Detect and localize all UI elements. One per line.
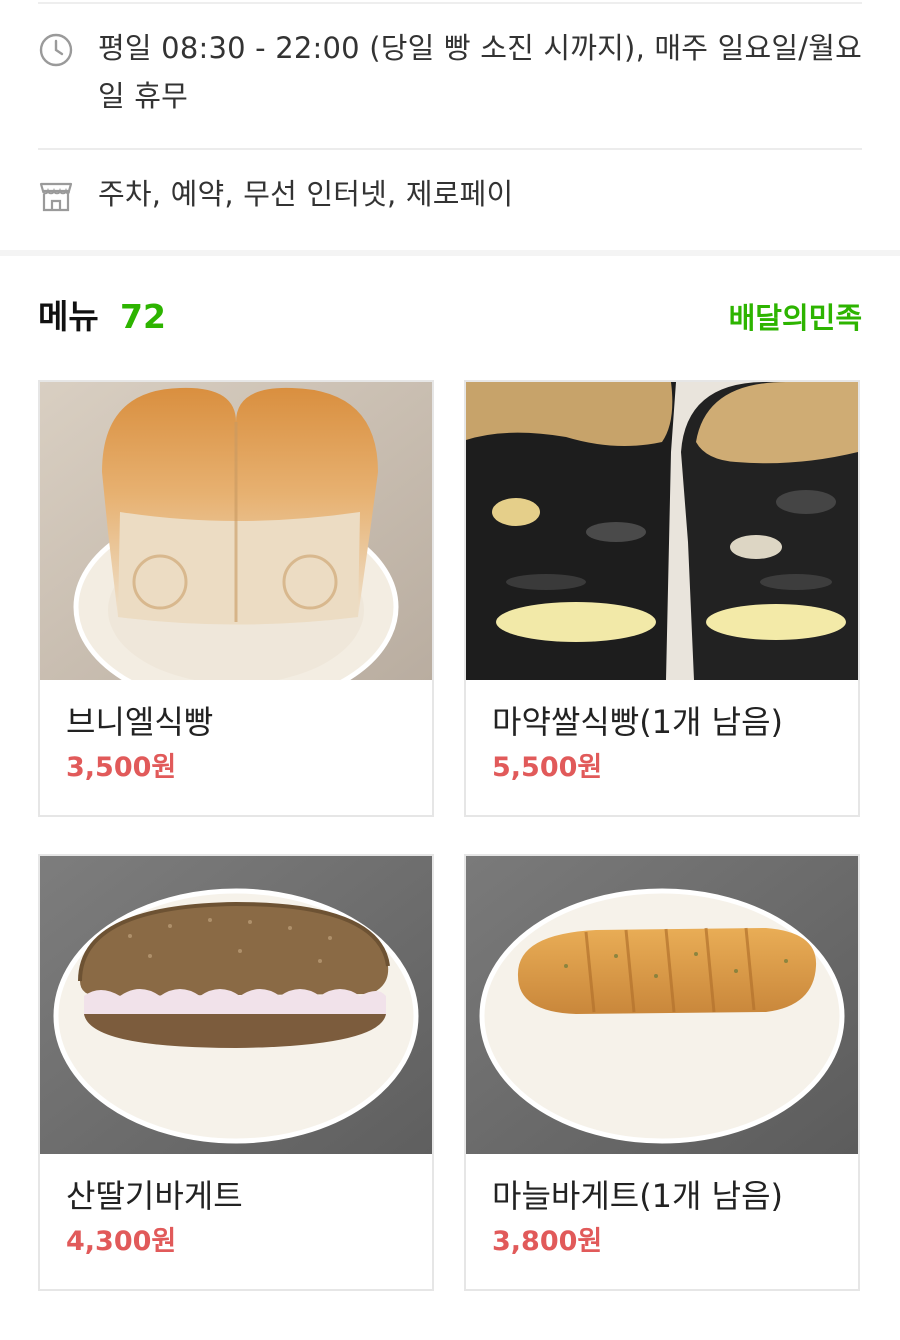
menu-item-price: 3,800원 — [492, 1226, 603, 1257]
menu-card[interactable]: 마늘바게트(1개 남음) 3,800원 — [464, 854, 860, 1291]
store-icon — [38, 178, 74, 214]
business-hours-row: 평일 08:30 - 22:00 (당일 빵 소진 시까지), 매주 일요일/월… — [38, 22, 862, 132]
delivery-app-link[interactable]: 배달의민족 — [729, 294, 862, 342]
menu-item-price: 5,500원 — [492, 752, 603, 783]
menu-item-photo — [466, 856, 858, 1154]
menu-item-price: 4,300원 — [66, 1226, 177, 1257]
menu-card[interactable]: 마약쌀식빵(1개 남음) 5,500원 — [464, 380, 860, 817]
menu-item-name: 브니엘식빵 — [66, 703, 214, 741]
menu-title: 메뉴 — [38, 297, 99, 336]
menu-section: 메뉴 72 배달의민족 브니엘식빵 3,500원 마약쌀식빵(1개 남음) 5,… — [0, 256, 900, 1340]
menu-header: 메뉴 72 배달의민족 — [38, 292, 862, 342]
amenities-row: 주차, 예약, 무선 인터넷, 제로페이 — [38, 170, 862, 220]
info-divider — [38, 148, 862, 150]
menu-item-photo — [40, 382, 432, 680]
menu-item-name: 마늘바게트(1개 남음) — [492, 1177, 784, 1215]
menu-item-photo — [466, 382, 858, 680]
store-info-section: 평일 08:30 - 22:00 (당일 빵 소진 시까지), 매주 일요일/월… — [0, 0, 900, 250]
menu-item-name: 산딸기바게트 — [66, 1177, 243, 1215]
top-divider — [38, 2, 862, 4]
business-hours-text: 평일 08:30 - 22:00 (당일 빵 소진 시까지), 매주 일요일/월… — [98, 31, 862, 113]
menu-item-photo — [40, 856, 432, 1154]
menu-count: 72 — [120, 297, 166, 336]
menu-item-name: 마약쌀식빵(1개 남음) — [492, 703, 784, 741]
menu-item-price: 3,500원 — [66, 752, 177, 783]
menu-card[interactable]: 브니엘식빵 3,500원 — [38, 380, 434, 817]
amenities-text: 주차, 예약, 무선 인터넷, 제로페이 — [98, 177, 514, 211]
clock-icon — [38, 32, 74, 68]
menu-card[interactable]: 산딸기바게트 4,300원 — [38, 854, 434, 1291]
